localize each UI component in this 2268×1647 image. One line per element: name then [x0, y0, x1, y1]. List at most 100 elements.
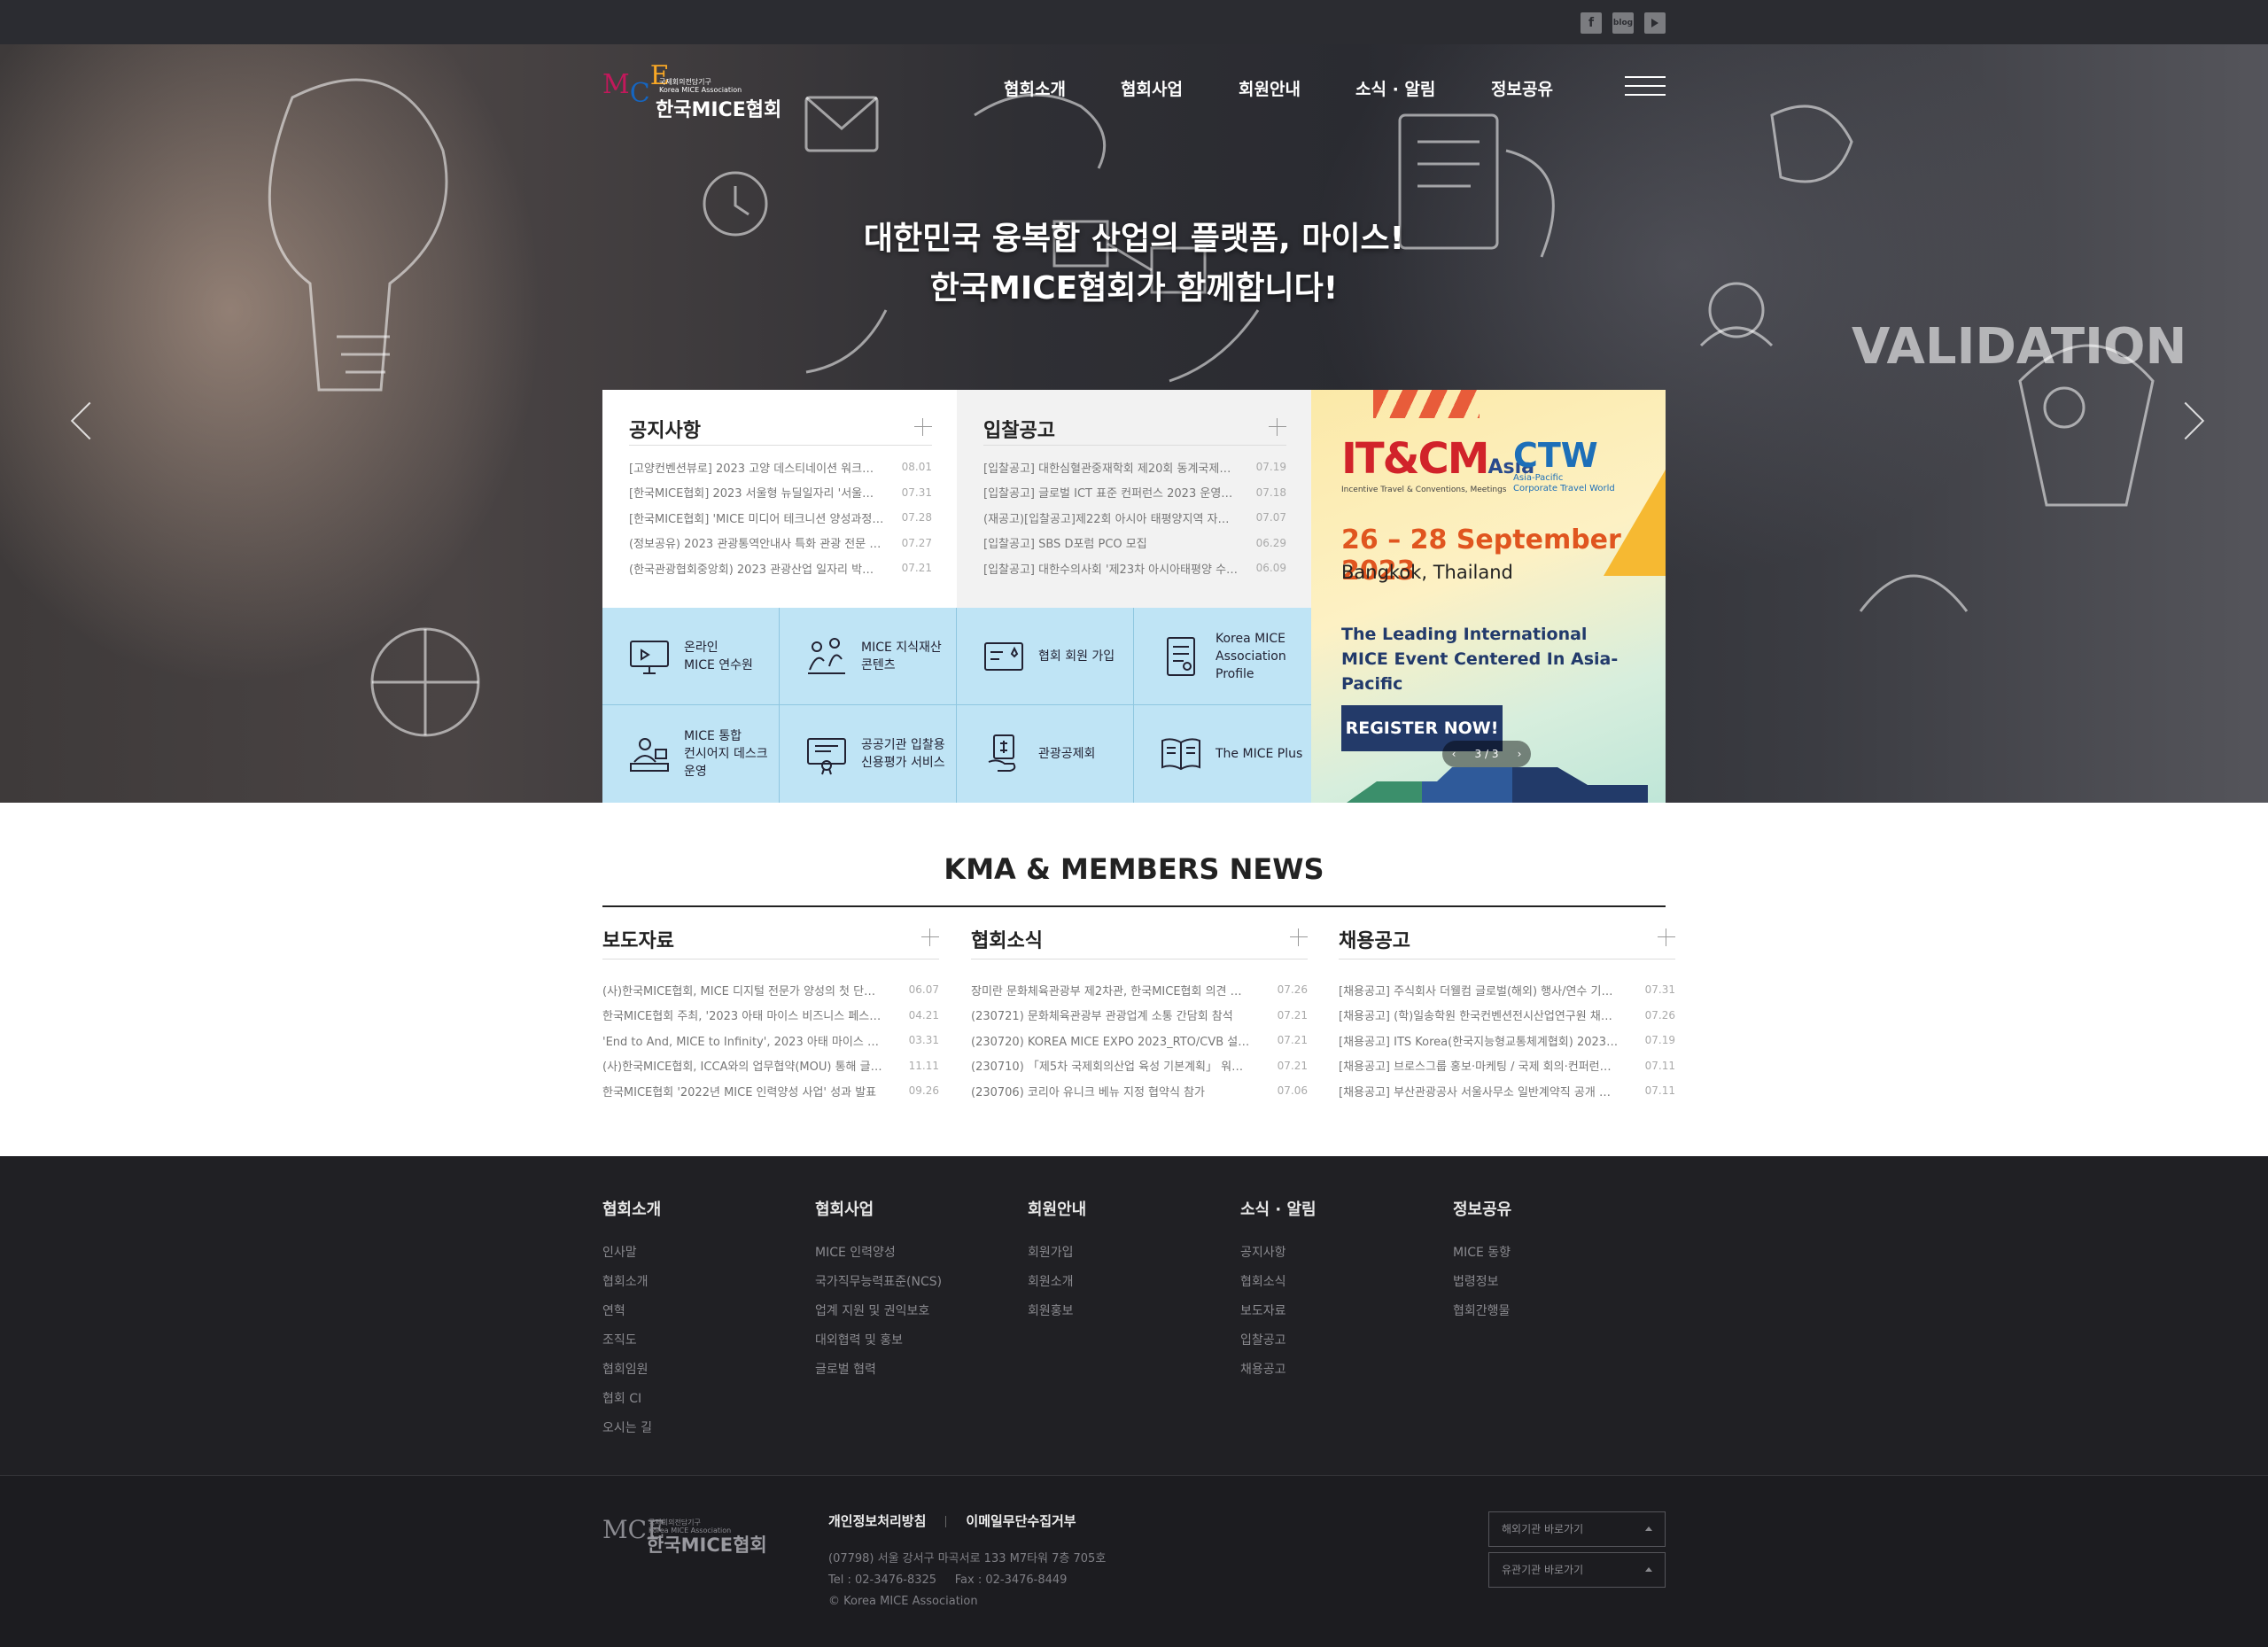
footer-link[interactable]: 오시는 길 [602, 1418, 780, 1448]
footer-col-title: 협회소개 [602, 1200, 662, 1219]
footer-link[interactable]: 협회 CI [602, 1389, 780, 1418]
blog-icon[interactable]: blog [1612, 12, 1634, 34]
divider [629, 445, 932, 446]
footer-link[interactable]: 협회소개 [602, 1272, 780, 1301]
list-item[interactable]: 장미란 문화체육관광부 제2차관, 한국MICE협회 의견 청취 07.26 [971, 977, 1308, 1003]
notice-item[interactable]: [고양컨벤션뷰로] 2023 고양 데스티네이션 워크숍 참가자 모집08.01 [629, 454, 932, 480]
address-text: (07798) 서울 강서구 마곡서로 133 M7타워 7층 705호 [828, 1552, 1107, 1565]
list-item[interactable]: 한국MICE협회 주최, '2023 아태 마이스 비즈니스 페스티벌' 개최0… [602, 1003, 939, 1029]
press-release-title: 보도자료 [602, 930, 674, 952]
nav-membership[interactable]: 회원안내 [1239, 76, 1301, 100]
youtube-icon[interactable] [1644, 12, 1666, 34]
footer-col-info-share: 정보공유 MICE 동향 법령정보 협회간행물 [1453, 1197, 1630, 1331]
nav-info-share[interactable]: 정보공유 [1491, 76, 1553, 100]
footer-link[interactable]: 연혁 [602, 1301, 780, 1331]
quick-link-online-academy[interactable]: 온라인 MICE 연수원 [602, 608, 780, 705]
job-posting-board: 채용공고 [채용공고] 주식회사 더웰컴 글로벌(해외) 행사/연수 기획 담당… [1339, 925, 1675, 1104]
list-item[interactable]: (사)한국MICE협회, ICCA와의 업무협약(MOU) 통해 글로벌 협력 … [602, 1053, 939, 1079]
footer-link[interactable]: 인사말 [602, 1243, 780, 1272]
quick-link-tourism-mutual-aid[interactable]: 관광공제회 [957, 705, 1134, 803]
pager-count: 3 / 3 [1474, 748, 1499, 760]
footer-link[interactable]: 조직도 [602, 1331, 780, 1360]
nav-business[interactable]: 협회사업 [1121, 76, 1183, 100]
footer-link[interactable]: 공지사항 [1240, 1243, 1418, 1272]
bid-item[interactable]: [입찰공고] 글로벌 ICT 표준 컨퍼런스 2023 운영대행 용역07.18 [983, 480, 1286, 506]
facebook-icon[interactable]: f [1581, 12, 1602, 34]
association-news-more-plus-icon[interactable] [1290, 928, 1308, 946]
quick-link-label: 협회 회원 가입 [1038, 649, 1115, 664]
footer-address: (07798) 서울 강서구 마곡서로 133 M7타워 7층 705호 Tel… [828, 1549, 1106, 1612]
bid-item[interactable]: [입찰공고] 대한수의사회 '제23차 아시아태평양 수의사대회'06.09 [983, 555, 1286, 581]
list-item[interactable]: [채용공고] 부산관광공사 서울사무소 일반계약직 공개 채용 07.11 [1339, 1078, 1675, 1104]
banner-pager: ‹ 3 / 3 › [1442, 741, 1531, 767]
overseas-org-select[interactable]: 해외기관 바로가기 [1488, 1511, 1666, 1547]
banner-decoration [1347, 767, 1648, 803]
footer-link[interactable]: 협회간행물 [1453, 1301, 1630, 1331]
monitor-icon [630, 640, 669, 674]
quick-link-member-join[interactable]: 협회 회원 가입 [957, 608, 1134, 705]
event-banner[interactable]: IT&CMAsia Incentive Travel & Conventions… [1311, 390, 1666, 803]
footer-link[interactable]: 회원소개 [1028, 1272, 1205, 1301]
email-refuse-link[interactable]: 이메일무단수집거부 [966, 1513, 1076, 1529]
list-item[interactable]: [채용공고] 브로스그룹 홍보·마케팅 / 국제 회의·컨퍼런스 기획 07.11 [1339, 1053, 1675, 1079]
quick-link-credit-rating[interactable]: 공공기관 입찰용 신용평가 서비스 [780, 705, 957, 803]
list-item[interactable]: (230706) 코리아 유니크 베뉴 지정 협약식 참가 07.06 [971, 1078, 1308, 1104]
menu-hamburger-icon[interactable] [1625, 76, 1666, 97]
related-org-select[interactable]: 유관기관 바로가기 [1488, 1552, 1666, 1588]
pager-next-icon[interactable]: › [1518, 748, 1522, 760]
site-logo[interactable]: MCE 국제회의전담기구 Korea MICE Association 한국MIC… [602, 60, 815, 121]
notice-item[interactable]: (한국관광협회중앙회) 2023 관광산업 일자리 박람회 참가기업 모집07.… [629, 555, 932, 581]
bid-more-plus-icon[interactable] [1269, 418, 1286, 436]
footer-link[interactable]: 글로벌 협력 [815, 1360, 992, 1389]
footer-link[interactable]: MICE 동향 [1453, 1243, 1630, 1272]
nav-about[interactable]: 협회소개 [1004, 76, 1066, 100]
footer-col-news: 소식 · 알림 공지사항 협회소식 보도자료 입찰공고 채용공고 [1240, 1197, 1418, 1389]
quick-link-ip-contents[interactable]: MICE 지식재산 콘텐츠 [780, 608, 957, 705]
footer-link[interactable]: 대외협력 및 홍보 [815, 1331, 992, 1360]
footer-col-title: 회원안내 [1028, 1200, 1087, 1219]
list-item[interactable]: (사)한국MICE협회, MICE 디지털 전문가 양성의 첫 단추를 꿰다 06… [602, 977, 939, 1003]
contact-text: Tel : 02-3476-8325 Fax : 02-3476-8449 [828, 1573, 1068, 1587]
press-release-more-plus-icon[interactable] [921, 928, 939, 946]
job-posting-more-plus-icon[interactable] [1658, 928, 1675, 946]
quick-link-concierge[interactable]: MICE 통합 컨시어지 데스크 운영 [602, 705, 780, 803]
footer-link[interactable]: MICE 인력양성 [815, 1243, 992, 1272]
quick-link-label: 관광공제회 [1038, 747, 1096, 761]
footer-link[interactable]: 국가직무능력표준(NCS) [815, 1272, 992, 1301]
privacy-policy-link[interactable]: 개인정보처리방침 [828, 1513, 926, 1529]
ctw-logo: CTW [1513, 436, 1598, 475]
footer-link[interactable]: 협회소식 [1240, 1272, 1418, 1301]
list-item[interactable]: [채용공고] 주식회사 더웰컴 글로벌(해외) 행사/연수 기획 담당자 채용0… [1339, 977, 1675, 1003]
list-item[interactable]: (230710) 「제5차 국제회의산업 육성 기본계획」 워크숍 참석 07.2… [971, 1053, 1308, 1079]
footer-link[interactable]: 법령정보 [1453, 1272, 1630, 1301]
list-item[interactable]: 한국MICE협회 '2022년 MICE 인력양성 사업' 성과 발표 09.26 [602, 1078, 939, 1104]
footer-link[interactable]: 업계 지원 및 권익보호 [815, 1301, 992, 1331]
notice-item[interactable]: (정보공유) 2023 관광통역안내사 특화 관광 전문 교육 07.27 [629, 531, 932, 556]
list-item[interactable]: [채용공고] ITS Korea(한국지능형교통체계협회) 2023년 직원 채… [1339, 1028, 1675, 1053]
notice-item[interactable]: [한국MICE협회] 'MICE 미디어 테크니션 양성과정' 교육생 모집07… [629, 505, 932, 531]
footer-link[interactable]: 회원가입 [1028, 1243, 1205, 1272]
footer-col-title: 소식 · 알림 [1240, 1200, 1317, 1219]
list-item[interactable]: [채용공고] (학)일송학원 한국컨벤션전시산업연구원 채용 공고 07.26 [1339, 1003, 1675, 1029]
footer-policy-links: 개인정보처리방침 이메일무단수집거부 [828, 1511, 1076, 1530]
notice-board: 공지사항 [고양컨벤션뷰로] 2023 고양 데스티네이션 워크숍 참가자 모집… [602, 390, 957, 608]
member-card-icon [984, 641, 1023, 671]
quick-link-mice-plus[interactable]: The MICE Plus [1134, 705, 1311, 803]
bid-item[interactable]: [입찰공고] SBS D포럼 PCO 모집 06.29 [983, 531, 1286, 556]
footer-link[interactable]: 채용공고 [1240, 1360, 1418, 1389]
notice-item[interactable]: [한국MICE협회] 2023 서울형 뉴딜일자리 '서울형 MICE 인턴십'… [629, 480, 932, 506]
notice-more-plus-icon[interactable] [914, 418, 932, 436]
footer-link[interactable]: 보도자료 [1240, 1301, 1418, 1331]
list-item[interactable]: 'End to And, MICE to Infinity', 2023 아태 … [602, 1028, 939, 1053]
nav-news[interactable]: 소식 · 알림 [1355, 76, 1435, 100]
bid-item[interactable]: [입찰공고] 대한심혈관중재학회 제20회 동계국제학술대회 PCO 모집07.… [983, 454, 1286, 480]
list-item[interactable]: (230721) 문화체육관광부 관광업계 소통 간담회 참석 07.21 [971, 1003, 1308, 1029]
pager-prev-icon[interactable]: ‹ [1452, 748, 1456, 760]
list-item[interactable]: (230720) KOREA MICE EXPO 2023_RTO/CVB 설명… [971, 1028, 1308, 1053]
footer-link[interactable]: 협회임원 [602, 1360, 780, 1389]
footer-link[interactable]: 입찰공고 [1240, 1331, 1418, 1360]
quick-link-profile[interactable]: Korea MICE Association Profile [1134, 608, 1311, 705]
footer-link[interactable]: 회원홍보 [1028, 1301, 1205, 1331]
bid-item[interactable]: (재공고)[입찰공고]제22회 아시아 태평양지역 자연의학 학술대회07.07 [983, 505, 1286, 531]
itcm-asia-logo: IT&CMAsia [1341, 434, 1534, 484]
